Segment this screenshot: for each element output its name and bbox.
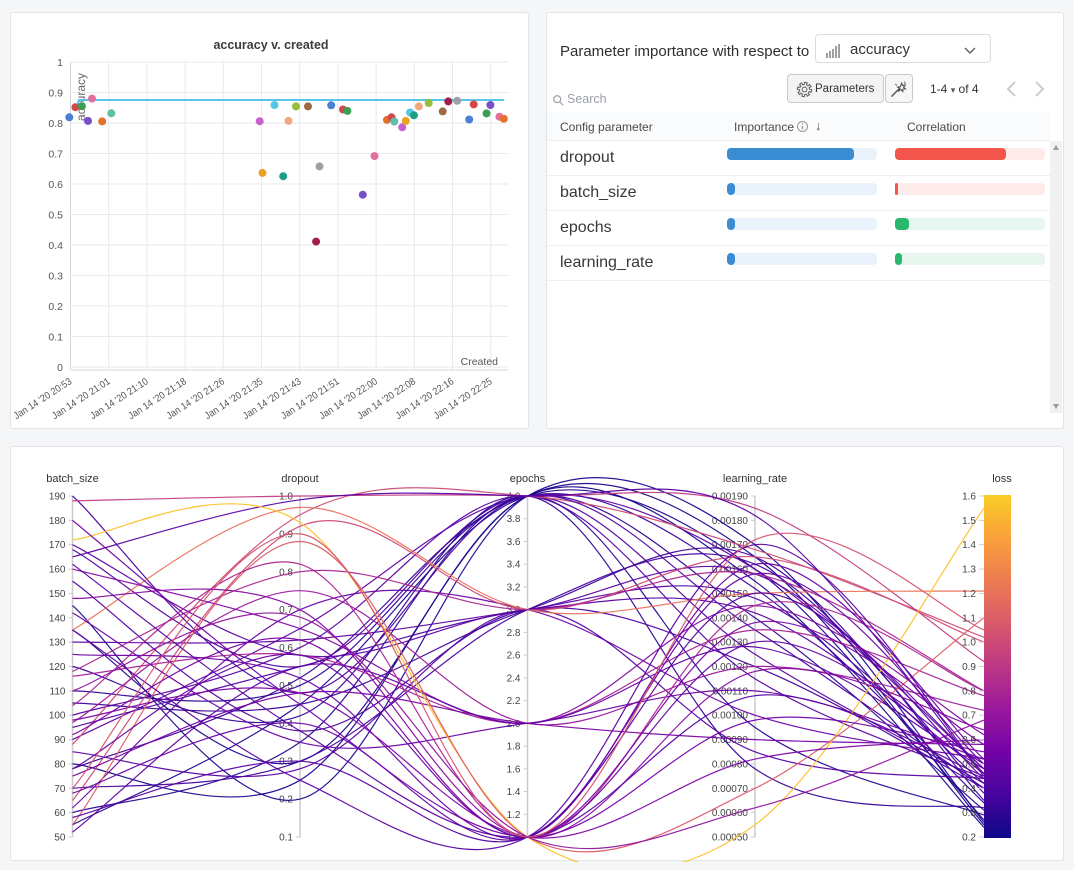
svg-text:0.7: 0.7: [48, 149, 63, 161]
svg-text:0.5: 0.5: [48, 210, 63, 222]
svg-text:0.4: 0.4: [48, 240, 63, 252]
svg-text:0.00060: 0.00060: [712, 808, 749, 819]
svg-text:1.0: 1.0: [962, 638, 976, 649]
svg-text:0.7: 0.7: [962, 711, 976, 722]
svg-text:0.6: 0.6: [962, 735, 976, 746]
svg-text:0.4: 0.4: [962, 784, 976, 795]
svg-text:160: 160: [49, 565, 66, 576]
svg-text:0.00050: 0.00050: [712, 833, 749, 844]
svg-text:1.8: 1.8: [507, 742, 521, 753]
svg-text:3.4: 3.4: [507, 560, 521, 571]
svg-text:3.2: 3.2: [507, 582, 521, 593]
svg-text:80: 80: [54, 759, 66, 770]
svg-text:0.2: 0.2: [962, 833, 976, 844]
svg-text:0.00070: 0.00070: [712, 784, 749, 795]
svg-text:1.2: 1.2: [507, 810, 521, 821]
svg-text:180: 180: [49, 516, 66, 527]
svg-text:190: 190: [49, 492, 66, 503]
svg-text:accuracy v. created: accuracy v. created: [213, 38, 328, 52]
svg-text:1.1: 1.1: [962, 613, 976, 624]
svg-text:150: 150: [49, 589, 66, 600]
svg-text:0.00180: 0.00180: [712, 516, 749, 527]
svg-text:2.6: 2.6: [507, 651, 521, 662]
svg-text:3.6: 3.6: [507, 537, 521, 548]
svg-text:0: 0: [57, 362, 63, 374]
svg-text:1.4: 1.4: [507, 787, 521, 798]
svg-text:accuracy: accuracy: [74, 73, 88, 121]
svg-text:0.00100: 0.00100: [712, 711, 749, 722]
svg-text:1.6: 1.6: [507, 764, 521, 775]
svg-text:140: 140: [49, 613, 66, 624]
svg-text:120: 120: [49, 662, 66, 673]
svg-text:60: 60: [54, 808, 66, 819]
svg-text:0.1: 0.1: [279, 833, 293, 844]
svg-text:2.4: 2.4: [507, 673, 521, 684]
svg-text:0.9: 0.9: [962, 662, 976, 673]
svg-text:1.4: 1.4: [962, 540, 976, 551]
svg-text:0.6: 0.6: [48, 179, 63, 191]
svg-text:2.2: 2.2: [507, 696, 521, 707]
svg-text:0.3: 0.3: [962, 808, 976, 819]
svg-text:1.3: 1.3: [962, 565, 976, 576]
svg-text:110: 110: [50, 686, 66, 697]
svg-text:0.3: 0.3: [48, 271, 63, 283]
svg-text:1: 1: [57, 57, 63, 69]
svg-text:dropout: dropout: [281, 473, 318, 485]
svg-text:loss: loss: [992, 473, 1012, 485]
svg-text:0.8: 0.8: [48, 118, 63, 130]
svg-text:1.2: 1.2: [962, 589, 976, 600]
svg-text:1.6: 1.6: [962, 492, 976, 503]
svg-text:0.2: 0.2: [48, 301, 63, 313]
svg-text:0.00140: 0.00140: [712, 613, 749, 624]
svg-text:0.9: 0.9: [48, 88, 63, 100]
svg-text:0.5: 0.5: [962, 759, 976, 770]
svg-text:50: 50: [54, 833, 66, 844]
svg-text:Created: Created: [461, 356, 499, 368]
svg-text:0.00080: 0.00080: [712, 759, 749, 770]
svg-text:0.1: 0.1: [48, 332, 63, 344]
svg-text:70: 70: [54, 784, 66, 795]
svg-text:learning_rate: learning_rate: [723, 473, 787, 485]
svg-text:130: 130: [49, 638, 66, 649]
svg-text:100: 100: [49, 711, 66, 722]
svg-text:3.8: 3.8: [507, 514, 521, 525]
svg-text:0.8: 0.8: [962, 686, 976, 697]
svg-text:0.00090: 0.00090: [712, 735, 749, 746]
svg-text:1.5: 1.5: [962, 516, 976, 527]
svg-text:2.8: 2.8: [507, 628, 521, 639]
svg-text:epochs: epochs: [510, 473, 546, 485]
svg-text:170: 170: [49, 540, 66, 551]
svg-text:90: 90: [54, 735, 66, 746]
svg-text:batch_size: batch_size: [46, 473, 99, 485]
